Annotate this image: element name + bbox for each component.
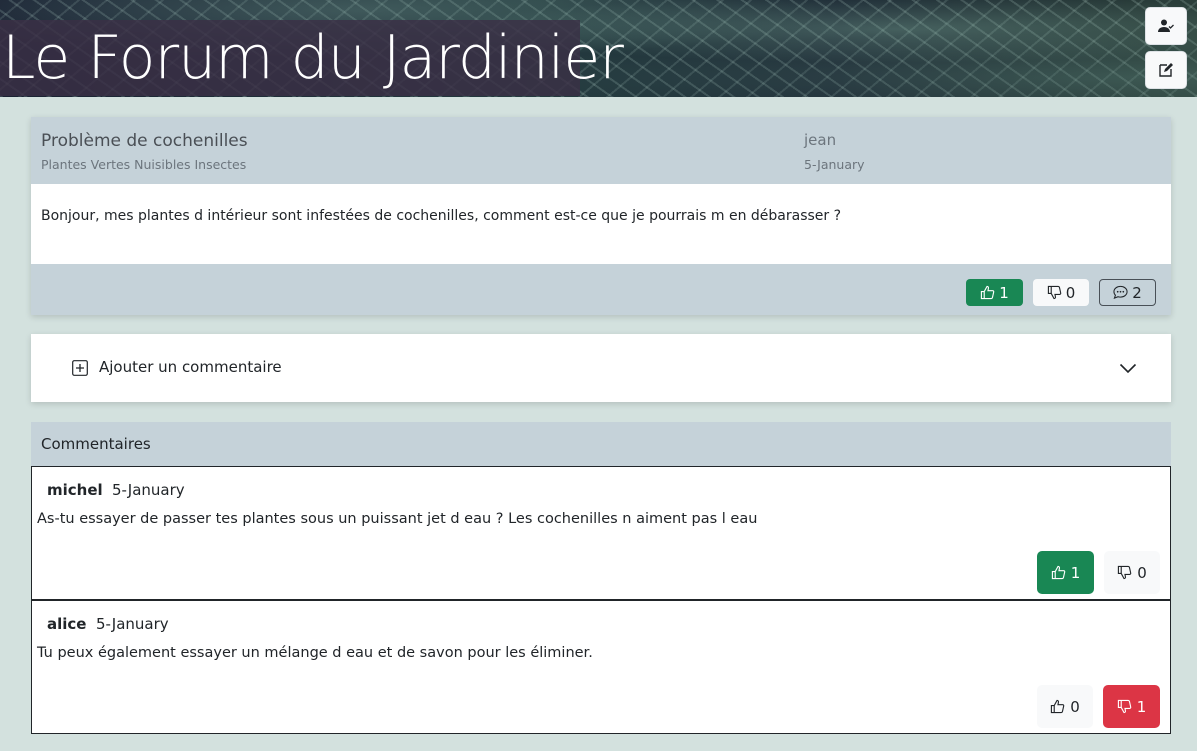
post-like-button[interactable]: 1 [966,279,1023,306]
post-tags: Plantes Vertes Nuisibles Insectes [41,157,247,172]
plus-square-icon [72,360,88,376]
comment-date: 5-January [96,615,169,633]
user-button[interactable] [1145,7,1187,45]
thumbs-down-icon [1117,699,1132,714]
chat-dots-icon [1113,285,1128,300]
site-title[interactable]: Le Forum du Jardinier [0,20,624,96]
post-card: Problème de cochenilles Plantes Vertes N… [31,117,1171,315]
thumbs-up-icon [981,285,995,300]
comment-like-button[interactable]: 1 [1037,551,1094,594]
add-comment-accordion[interactable]: Ajouter un commentaire [31,334,1171,402]
chevron-down-icon[interactable] [1119,360,1137,376]
pencil-square-icon [1159,63,1173,77]
comment-dislike-button[interactable]: 0 [1104,551,1160,594]
comment-author: alice [47,615,87,633]
post-author: jean [804,131,837,149]
user-check-icon [1158,19,1174,32]
thumbs-up-icon [1051,565,1066,580]
thumbs-up-icon [1051,699,1065,714]
post-body: Bonjour, mes plantes d intérieur sont in… [41,208,842,224]
post-dislike-count: 0 [1065,283,1076,302]
comment-item: alice 5-January Tu peux également essaye… [31,600,1171,734]
post-comments-button[interactable]: 2 [1099,279,1156,306]
comment-like-button[interactable]: 0 [1037,685,1093,728]
post-comment-count: 2 [1132,283,1142,302]
thumbs-down-icon [1118,565,1132,580]
new-post-button[interactable] [1145,51,1187,89]
comment-text: Tu peux également essayer un mélange d e… [37,645,593,661]
add-comment-label[interactable]: Ajouter un commentaire [99,358,282,376]
post-footer: 1 0 2 [31,264,1171,315]
comment-item: michel 5-January As-tu essayer de passer… [31,466,1171,600]
thumbs-down-icon [1047,285,1062,300]
post-date: 5-January [804,157,865,172]
header-banner: Le Forum du Jardinier [0,0,1197,97]
post-title: Problème de cochenilles [41,131,248,151]
comment-like-count: 0 [1070,697,1080,716]
comment-dislike-count: 0 [1137,563,1147,582]
comments-section-title: Commentaires [31,422,1171,466]
comment-text: As-tu essayer de passer tes plantes sous… [37,511,758,527]
post-like-count: 1 [999,283,1009,302]
post-dislike-button[interactable]: 0 [1033,279,1089,306]
comment-dislike-button[interactable]: 1 [1103,685,1160,728]
comment-author: michel [47,481,103,499]
comment-dislike-count: 1 [1136,697,1147,716]
comment-date: 5-January [112,481,185,499]
post-header: Problème de cochenilles Plantes Vertes N… [31,117,1171,184]
comment-like-count: 1 [1070,563,1081,582]
